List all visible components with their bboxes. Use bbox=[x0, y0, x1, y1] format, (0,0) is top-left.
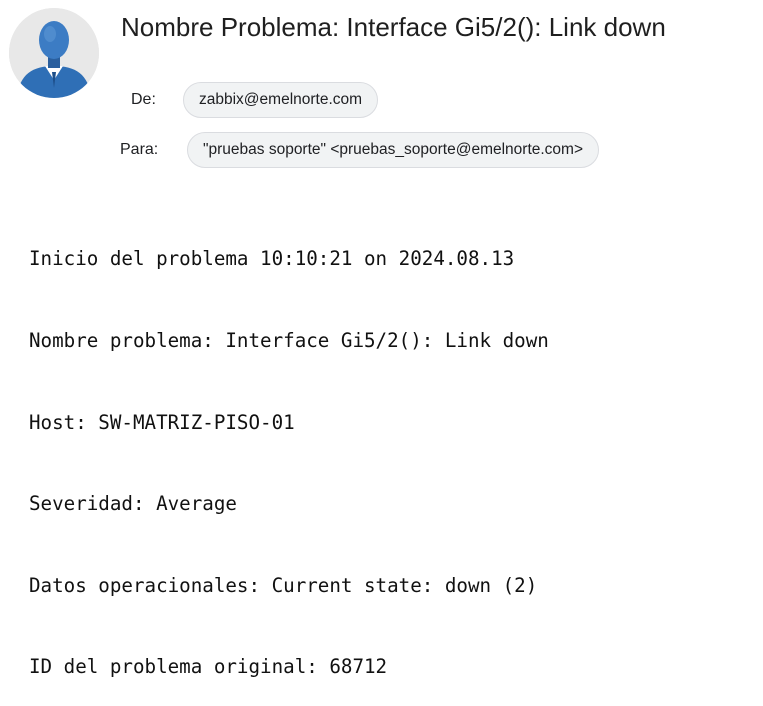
sender-avatar bbox=[9, 8, 99, 98]
body-line-start: Inicio del problema 10:10:21 on 2024.08.… bbox=[29, 247, 515, 271]
from-row: De: zabbix@emelnorte.com bbox=[131, 82, 379, 118]
to-address-chip[interactable]: "pruebas soporte" <pruebas_soporte@emeln… bbox=[187, 132, 600, 168]
body-line-severity: Severidad: Average bbox=[29, 492, 237, 516]
body-line-host: Host: SW-MATRIZ-PISO-01 bbox=[29, 410, 295, 434]
from-label: De: bbox=[131, 91, 156, 108]
body-line-problem-name: Nombre problema: Interface Gi5/2(): Link… bbox=[29, 329, 549, 353]
to-row: Para: "pruebas soporte" <pruebas_soporte… bbox=[120, 132, 600, 168]
body-line-operational-data: Datos operacionales: Current state: down… bbox=[29, 573, 538, 597]
body-line-problem-id: ID del problema original: 68712 bbox=[29, 655, 388, 679]
email-body: Inicio del problema 10:10:21 on 2024.08.… bbox=[29, 191, 549, 706]
from-address-chip[interactable]: zabbix@emelnorte.com bbox=[183, 82, 379, 118]
user-avatar-icon bbox=[9, 8, 99, 98]
to-label: Para: bbox=[120, 141, 159, 158]
email-subject: Nombre Problema: Interface Gi5/2(): Link… bbox=[121, 12, 666, 42]
